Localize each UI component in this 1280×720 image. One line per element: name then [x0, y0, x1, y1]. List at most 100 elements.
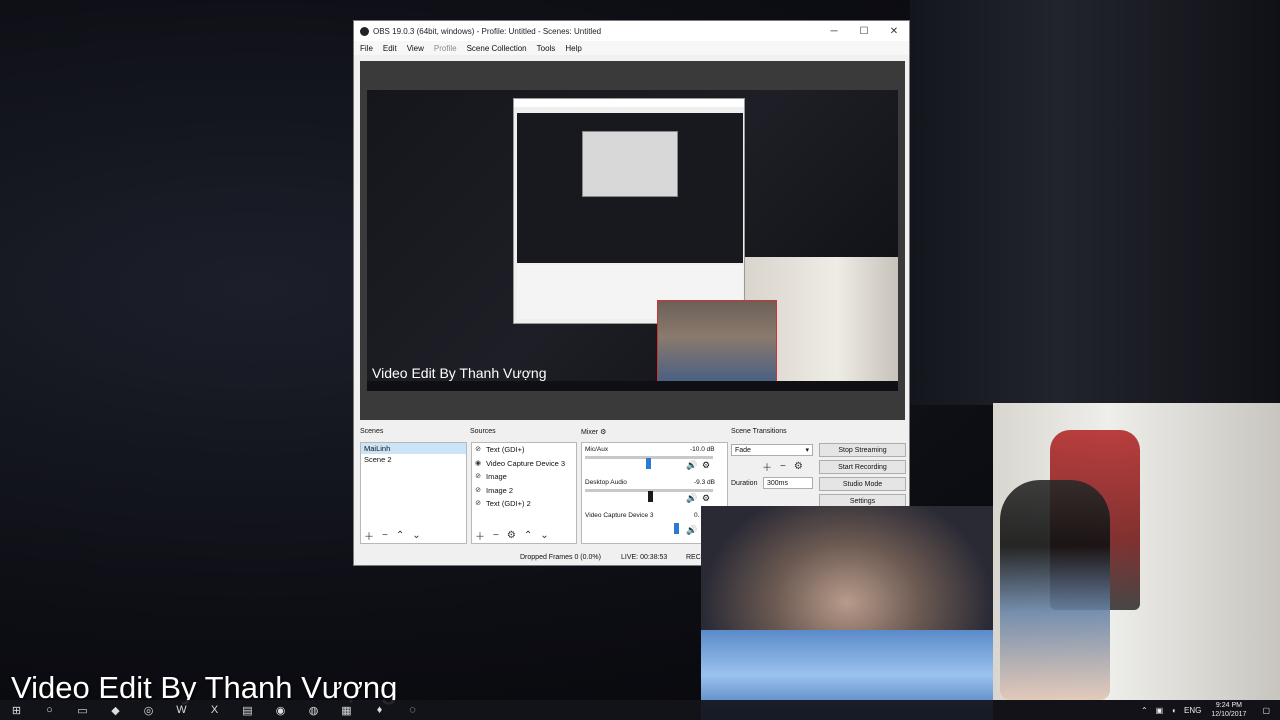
- menu-edit[interactable]: Edit: [383, 44, 397, 53]
- source-item[interactable]: ⊘ Text (GDI+): [472, 443, 576, 457]
- source-item[interactable]: ⊘ Image: [472, 470, 576, 484]
- language-indicator[interactable]: ENG: [1184, 706, 1201, 715]
- menu-bar: File Edit View Profile Scene Collection …: [354, 41, 909, 55]
- scenes-label: Scenes: [360, 428, 384, 435]
- preview-overlay-text: Video Edit By Thanh Vượng: [372, 365, 547, 381]
- word-icon[interactable]: W: [165, 704, 198, 716]
- transitions-toolbar: ＋ − ⚙: [762, 459, 811, 474]
- mixer-label: Mixer ⚙: [581, 429, 607, 436]
- menu-tools[interactable]: Tools: [537, 44, 556, 53]
- eye-icon[interactable]: ◉: [472, 457, 484, 471]
- move-down-icon[interactable]: ⌄: [540, 530, 548, 541]
- windows-start-icon[interactable]: ⊞: [0, 704, 33, 717]
- start-recording-button[interactable]: Start Recording: [819, 460, 906, 474]
- hidden-icon[interactable]: ⊘: [472, 484, 484, 498]
- gear-icon[interactable]: ⚙: [702, 460, 710, 471]
- chevron-down-icon: ▾: [805, 447, 809, 454]
- obs-icon[interactable]: ◌: [396, 704, 429, 716]
- remove-icon[interactable]: −: [382, 530, 388, 541]
- preview-area[interactable]: Video Edit By Thanh Vượng: [360, 61, 905, 420]
- duration-input[interactable]: 300ms: [763, 477, 813, 489]
- gear-icon[interactable]: ⚙: [507, 530, 516, 541]
- source-item[interactable]: ⊘ Image 2: [472, 484, 576, 498]
- clock[interactable]: 9:24 PM 12/10/2017: [1211, 701, 1246, 719]
- mixer-track-db: -9.3 dB: [694, 479, 715, 486]
- add-icon[interactable]: ＋: [364, 528, 374, 543]
- close-button[interactable]: ✕: [879, 26, 909, 37]
- browser-icon[interactable]: ◎: [132, 704, 165, 717]
- scene-item[interactable]: Scene 2: [361, 454, 466, 465]
- app-icon[interactable]: ◍: [297, 704, 330, 717]
- hidden-icon[interactable]: ⊘: [472, 443, 484, 457]
- mixer-track-db: -10.0 dB: [690, 446, 715, 453]
- hidden-icon[interactable]: ⊘: [472, 497, 484, 511]
- mixer-track-db: 0.: [694, 512, 700, 519]
- rec-status: REC: [686, 554, 701, 561]
- maximize-button[interactable]: ☐: [849, 26, 879, 37]
- menu-file[interactable]: File: [360, 44, 373, 53]
- transition-select[interactable]: Fade ▾: [731, 444, 813, 456]
- sources-toolbar: ＋ − ⚙ ⌃ ⌄: [475, 528, 557, 543]
- volume-slider[interactable]: [648, 491, 653, 502]
- source-item[interactable]: ◉ Video Capture Device 3: [472, 457, 576, 471]
- taskbar: ⊞ ○ ▭ ◆ ◎ W X ▤ ◉ ◍ ▦ ♦ ◌: [0, 700, 1280, 720]
- scenes-toolbar: ＋ − ⌃ ⌄: [364, 528, 429, 543]
- title-bar: OBS 19.0.3 (64bit, windows) - Profile: U…: [354, 21, 909, 41]
- captured-taskbar: [367, 381, 898, 391]
- volume-slider[interactable]: [674, 523, 679, 534]
- minimize-button[interactable]: ─: [819, 26, 849, 37]
- mixer-track-name: Mic/Aux: [585, 446, 609, 453]
- volume-icon[interactable]: ◖: [1171, 706, 1176, 715]
- gear-icon[interactable]: ⚙: [794, 461, 803, 472]
- folder-icon[interactable]: ▤: [231, 704, 264, 717]
- chevron-up-icon[interactable]: ⌃: [1141, 706, 1148, 715]
- person-vr: [1000, 480, 1110, 700]
- task-view-icon[interactable]: ▭: [66, 704, 99, 717]
- obs-logo-icon: [360, 26, 369, 36]
- network-icon[interactable]: ▣: [1156, 706, 1164, 715]
- mixer-track-name: Desktop Audio: [585, 479, 627, 486]
- chrome-icon[interactable]: ◉: [264, 704, 297, 717]
- gear-icon[interactable]: ⚙: [702, 493, 710, 504]
- move-up-icon[interactable]: ⌃: [396, 530, 404, 541]
- mixer-track-name: Video Capture Device 3: [585, 512, 654, 519]
- obs-window: OBS 19.0.3 (64bit, windows) - Profile: U…: [353, 20, 910, 566]
- gear-icon[interactable]: ⚙: [600, 429, 606, 436]
- app-icon[interactable]: ♦: [363, 704, 396, 716]
- move-down-icon[interactable]: ⌄: [412, 530, 420, 541]
- add-icon[interactable]: ＋: [762, 459, 772, 474]
- system-tray: ⌃ ▣ ◖ ENG 9:24 PM 12/10/2017 ▢: [1133, 700, 1280, 720]
- app-icon[interactable]: ▦: [330, 704, 363, 717]
- add-icon[interactable]: ＋: [475, 528, 485, 543]
- remove-icon[interactable]: −: [780, 461, 786, 472]
- window-title: OBS 19.0.3 (64bit, windows) - Profile: U…: [373, 26, 602, 36]
- excel-icon[interactable]: X: [198, 704, 231, 716]
- transitions-label: Scene Transitions: [731, 428, 787, 435]
- menu-scene-collection[interactable]: Scene Collection: [467, 44, 527, 53]
- webcam-source: [657, 300, 777, 391]
- room-background: [910, 0, 1280, 405]
- menu-profile[interactable]: Profile: [434, 44, 457, 53]
- dropped-frames: Dropped Frames 0 (0.0%): [520, 554, 601, 561]
- volume-slider[interactable]: [646, 458, 651, 469]
- speaker-icon[interactable]: 🔊: [686, 525, 697, 536]
- sources-label: Sources: [470, 428, 496, 435]
- search-icon[interactable]: ○: [33, 704, 66, 716]
- source-item[interactable]: ⊘ Text (GDI+) 2: [472, 497, 576, 511]
- preview-canvas[interactable]: Video Edit By Thanh Vượng: [367, 90, 898, 391]
- speaker-icon[interactable]: 🔊: [686, 460, 697, 471]
- live-timer: LIVE: 00:38:53: [621, 554, 668, 561]
- move-up-icon[interactable]: ⌃: [524, 530, 532, 541]
- scene-item[interactable]: MaiLinh: [361, 443, 466, 454]
- remove-icon[interactable]: −: [493, 530, 499, 541]
- nested-obs-capture: [513, 98, 745, 324]
- speaker-icon[interactable]: 🔊: [686, 493, 697, 504]
- app-icon[interactable]: ◆: [99, 704, 132, 717]
- notification-icon[interactable]: ▢: [1262, 706, 1270, 715]
- duration-label: Duration: [731, 480, 758, 487]
- stop-streaming-button[interactable]: Stop Streaming: [819, 443, 906, 457]
- menu-view[interactable]: View: [407, 44, 424, 53]
- hidden-icon[interactable]: ⊘: [472, 470, 484, 484]
- studio-mode-button[interactable]: Studio Mode: [819, 477, 906, 491]
- menu-help[interactable]: Help: [565, 44, 581, 53]
